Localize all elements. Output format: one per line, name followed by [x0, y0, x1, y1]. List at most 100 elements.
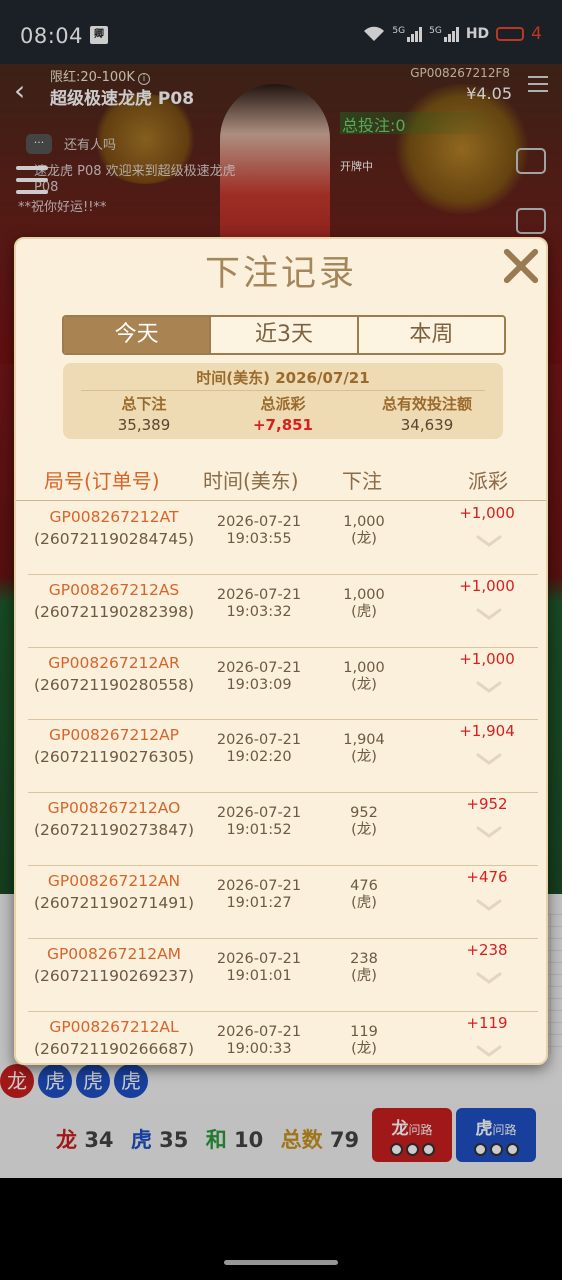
bet-time: 2026-07-21 19:01:52 — [196, 805, 322, 839]
chevron-down-icon[interactable] — [476, 607, 502, 621]
table-row[interactable]: GP008267212AR (260721190280558) 2026-07-21… — [28, 648, 538, 721]
bet-side: (虎) — [351, 894, 377, 911]
round-id: GP008267212AL — [49, 1017, 179, 1036]
bet-amount: 1,000 (龙) — [324, 660, 404, 694]
bet-clock: 19:01:52 — [226, 822, 292, 839]
order-number: (260721190284745) — [33, 530, 195, 548]
summary-label: 总有效投注额 — [381, 395, 472, 413]
table-row[interactable]: GP008267212AM (260721190269237) 2026-07-21… — [28, 939, 538, 1012]
bet-clock: 19:03:55 — [226, 531, 292, 547]
table-row[interactable]: GP008267212AL (260721190266687) 2026-07-21… — [28, 1012, 538, 1063]
bet-date: 2026-07-21 — [216, 1023, 302, 1040]
bet-time: 2026-07-21 19:01:01 — [196, 951, 322, 985]
bet-amount: 238 (虎) — [324, 951, 404, 985]
table-header: 局号(订单号) 时间(美东) 下注 派彩 — [16, 461, 546, 501]
bet-value: 1,000 — [343, 659, 385, 676]
table-row[interactable]: GP008267212AP (260721190276305) 2026-07-21… — [28, 720, 538, 794]
payout: +119 — [466, 1013, 508, 1032]
order-number: (260721190273847) — [33, 821, 195, 840]
chevron-down-icon[interactable] — [476, 1044, 502, 1058]
summary-total-bet: 总下注 35,389 — [99, 393, 189, 434]
chevron-down-icon[interactable] — [476, 971, 502, 985]
bet-side: (龙) — [351, 749, 377, 766]
bet-time: 2026-07-21 19:03:09 — [196, 660, 322, 694]
bet-value: 1,000 — [343, 514, 385, 530]
chevron-down-icon[interactable] — [476, 534, 502, 548]
bet-amount: 119 (龙) — [324, 1024, 404, 1058]
summary-label: 总派彩 — [260, 395, 306, 413]
dialog-title: 下注记录 — [204, 254, 357, 294]
bet-side: (龙) — [351, 1040, 377, 1057]
bet-value: 238 — [350, 950, 378, 967]
bet-side: (虎) — [351, 967, 377, 984]
table-row[interactable]: GP008267212AN (260721190271491) 2026-07-21… — [28, 866, 538, 939]
bet-value: 476 — [350, 877, 378, 894]
summary-panel: 时间(美东) 2026/07/21 总下注 35,389 总派彩 +7,851 … — [63, 363, 503, 439]
bet-side: (龙) — [351, 822, 377, 839]
order-number: (260721190266687) — [33, 1039, 195, 1058]
bet-side: (虎) — [351, 603, 377, 620]
close-icon[interactable] — [500, 245, 540, 285]
bet-records-dialog: 下注记录 今天 近3天 本周 时间(美东) 2026/07/21 总下注 35,… — [14, 237, 548, 1065]
summary-total-payout: 总派彩 +7,851 — [238, 393, 328, 434]
payout: +1,000 — [459, 504, 515, 522]
chevron-down-icon[interactable] — [476, 825, 502, 839]
summary-value: +7,851 — [252, 416, 313, 434]
chevron-down-icon[interactable] — [476, 680, 502, 694]
bet-side: (龙) — [351, 531, 377, 547]
tab-last-3-days[interactable]: 近3天 — [211, 317, 359, 353]
divider — [81, 390, 485, 391]
bet-value: 119 — [350, 1023, 378, 1040]
round-id: GP008267212AT — [49, 508, 179, 526]
date-range-tabs: 今天 近3天 本周 — [62, 315, 506, 355]
table-row[interactable]: GP008267212AT (260721190284745) 2026-07-21… — [28, 502, 538, 575]
bet-clock: 19:03:09 — [226, 676, 292, 693]
bet-time: 2026-07-21 19:03:32 — [196, 587, 322, 621]
round-id: GP008267212AP — [48, 726, 180, 745]
bet-amount: 952 (龙) — [324, 805, 404, 839]
bet-date: 2026-07-21 — [216, 514, 302, 530]
payout: +1,904 — [459, 722, 515, 741]
bet-time: 2026-07-21 19:00:33 — [196, 1024, 322, 1058]
bet-date: 2026-07-21 — [216, 732, 302, 749]
bet-time: 2026-07-21 19:01:27 — [196, 878, 322, 912]
column-header: 时间(美东) — [203, 469, 299, 493]
bet-clock: 19:01:01 — [226, 967, 292, 984]
summary-value: 35,389 — [117, 416, 171, 434]
column-header: 下注 — [342, 469, 382, 493]
order-number: (260721190282398) — [33, 602, 195, 621]
column-header: 局号(订单号) — [44, 469, 160, 493]
table-row[interactable]: GP008267212AS (260721190282398) 2026-07-21… — [28, 575, 538, 648]
summary-date: 时间(美东) 2026/07/21 — [196, 369, 370, 387]
round-id: GP008267212AS — [48, 580, 180, 599]
payout: +952 — [466, 795, 508, 814]
bet-time: 2026-07-21 19:03:55 — [196, 514, 322, 548]
bet-clock: 19:03:32 — [226, 603, 292, 620]
round-id: GP008267212AM — [46, 944, 182, 963]
order-number: (260721190269237) — [33, 966, 195, 985]
bet-date: 2026-07-21 — [216, 877, 302, 894]
bet-clock: 19:01:27 — [226, 894, 292, 911]
tab-today[interactable]: 今天 — [64, 317, 212, 353]
table-row[interactable]: GP008267212AO (260721190273847) 2026-07-21… — [28, 793, 538, 866]
order-number: (260721190280558) — [33, 675, 195, 694]
bet-date: 2026-07-21 — [216, 950, 302, 967]
payout: +1,000 — [459, 649, 515, 668]
bet-amount: 476 (虎) — [324, 878, 404, 912]
payout: +238 — [466, 940, 508, 959]
payout: +476 — [466, 867, 508, 886]
bet-date: 2026-07-21 — [216, 586, 302, 603]
tab-this-week[interactable]: 本周 — [358, 317, 504, 353]
bet-value: 952 — [350, 805, 378, 822]
chevron-down-icon[interactable] — [476, 898, 502, 912]
bet-clock: 19:02:20 — [226, 749, 292, 766]
bet-value: 1,904 — [343, 732, 385, 749]
summary-valid-bet: 总有效投注额 34,639 — [359, 393, 495, 434]
payout: +1,000 — [459, 576, 515, 595]
order-number: (260721190271491) — [33, 893, 195, 912]
chevron-down-icon[interactable] — [476, 752, 502, 766]
bet-value: 1,000 — [343, 586, 385, 603]
records-list[interactable]: GP008267212AT (260721190284745) 2026-07-21… — [28, 502, 538, 1063]
bet-time: 2026-07-21 19:02:20 — [196, 732, 322, 766]
round-id: GP008267212AR — [48, 653, 180, 672]
